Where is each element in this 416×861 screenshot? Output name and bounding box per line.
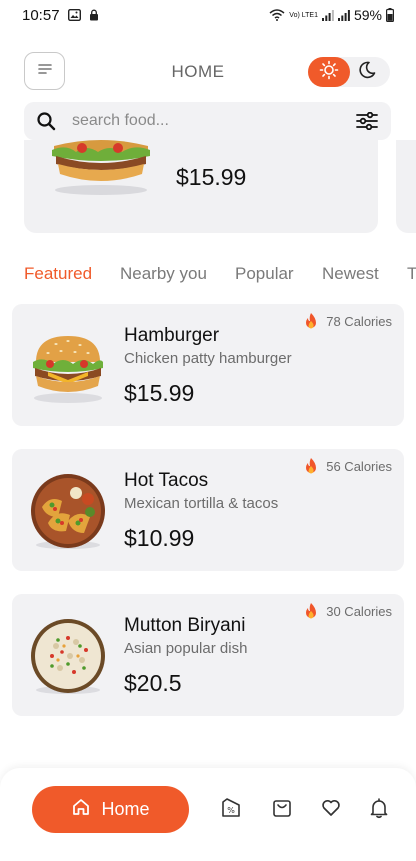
tacos-image — [31, 474, 105, 549]
fire-icon — [304, 312, 318, 330]
food-description: Asian popular dish — [124, 640, 248, 657]
battery-percent: 59% — [353, 7, 382, 23]
food-name: Mutton Biryani — [124, 615, 246, 636]
category-tabs: Featured Nearby you Popular Newest T — [24, 264, 416, 288]
tab-featured[interactable]: Featured — [24, 264, 92, 284]
food-card[interactable]: Mutton Biryani Asian popular dish $20.5 … — [12, 594, 404, 716]
network-type-label: Vo) LTE1 — [289, 11, 318, 19]
nav-discount-button[interactable]: % — [219, 797, 243, 824]
calories-badge: 56 Calories — [304, 457, 392, 475]
signal-icon-2 — [337, 9, 350, 21]
tab-next[interactable]: T — [407, 264, 416, 284]
shopping-bag-icon — [271, 797, 293, 824]
lock-notification-icon — [89, 9, 99, 21]
nav-home-button[interactable]: Home — [32, 786, 189, 833]
promo-card-next[interactable] — [396, 140, 416, 233]
food-description: Mexican tortilla & tacos — [124, 495, 279, 512]
fire-icon — [304, 602, 318, 620]
battery-icon — [386, 8, 394, 22]
light-mode-button[interactable] — [308, 57, 350, 87]
food-name: Hamburger — [124, 325, 220, 346]
status-bar: 10:57 Vo) LTE1 59% — [0, 0, 416, 30]
signal-icon — [321, 9, 334, 21]
food-card[interactable]: Hot Tacos Mexican tortilla & tacos $10.9… — [12, 449, 404, 571]
food-price: $15.99 — [124, 380, 195, 406]
food-description: Chicken patty hamburger — [124, 350, 292, 367]
moon-icon — [357, 60, 377, 85]
food-price: $20.5 — [124, 670, 182, 696]
svg-text:%: % — [227, 806, 235, 815]
filter-sliders-icon[interactable] — [355, 112, 379, 130]
promo-price: $15.99 — [176, 164, 247, 190]
calories-text: 30 Calories — [326, 603, 392, 619]
nav-cart-button[interactable] — [270, 798, 294, 822]
sun-icon — [319, 60, 339, 85]
search-icon[interactable] — [36, 111, 58, 131]
nav-home-label: Home — [101, 799, 150, 819]
calories-text: 78 Calories — [326, 313, 392, 329]
nav-favorites-button[interactable] — [319, 798, 343, 822]
burger-image — [52, 140, 150, 195]
theme-toggle[interactable] — [308, 57, 390, 87]
calories-text: 56 Calories — [326, 458, 392, 474]
promo-card[interactable]: $15.99 — [24, 140, 378, 233]
tab-nearby-you[interactable]: Nearby you — [120, 264, 207, 284]
hamburger-image — [33, 336, 103, 403]
biryani-image — [31, 619, 105, 694]
bottom-navigation: Home % — [0, 768, 416, 861]
nav-notifications-button[interactable] — [367, 797, 391, 824]
calories-badge: 78 Calories — [304, 312, 392, 330]
home-icon — [71, 797, 91, 822]
bell-icon — [368, 797, 390, 824]
tab-newest[interactable]: Newest — [322, 264, 379, 284]
food-price: $10.99 — [124, 525, 195, 551]
status-time: 10:57 — [22, 6, 60, 24]
food-name: Hot Tacos — [124, 470, 209, 491]
dark-mode-button[interactable] — [350, 57, 384, 87]
calories-badge: 30 Calories — [304, 602, 392, 620]
discount-tag-icon: % — [220, 797, 242, 824]
heart-icon — [320, 797, 342, 824]
food-card[interactable]: Hamburger Chicken patty hamburger $15.99… — [12, 304, 404, 426]
search-bar — [24, 102, 391, 140]
search-input[interactable] — [72, 112, 355, 130]
fire-icon — [304, 457, 318, 475]
app-header: HOME — [24, 52, 392, 92]
gallery-notification-icon — [67, 9, 81, 21]
wifi-icon — [269, 9, 285, 21]
tab-popular[interactable]: Popular — [235, 264, 294, 284]
